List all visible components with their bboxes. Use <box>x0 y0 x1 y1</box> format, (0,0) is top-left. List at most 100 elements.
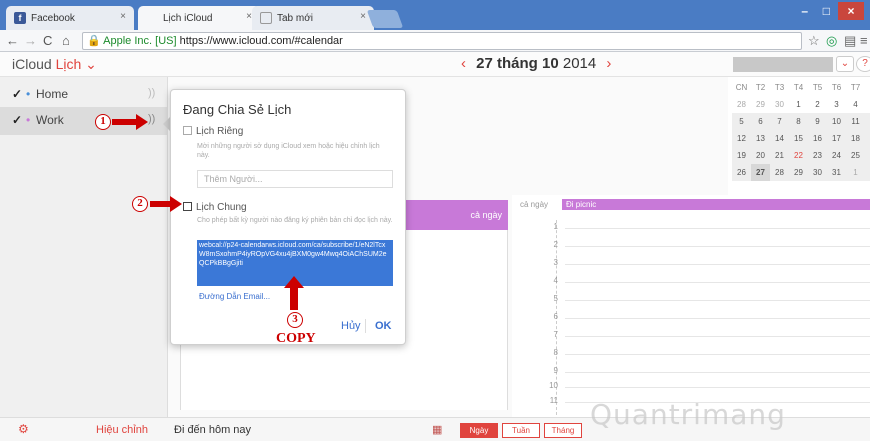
window-close-button[interactable]: × <box>838 2 864 20</box>
date-navigator: ‹ 27 tháng 10 2014 › <box>455 55 617 72</box>
day-cell[interactable]: 1 <box>846 164 865 181</box>
bookmark-star-icon[interactable]: ☆ <box>808 33 820 49</box>
popup-title: Đang Chia Sẻ Lịch <box>183 102 292 117</box>
maximize-icon[interactable]: □ <box>823 4 830 18</box>
day-cell[interactable]: 4 <box>846 96 865 113</box>
forward-icon[interactable]: → <box>24 33 37 48</box>
prev-day-icon[interactable]: ‹ <box>461 55 466 72</box>
calendar-icon[interactable]: ▦ <box>432 423 442 436</box>
private-checkbox[interactable] <box>183 126 192 135</box>
day-cell[interactable]: 11 <box>846 113 865 130</box>
copy-annotation: COPY <box>276 331 316 346</box>
back-icon[interactable]: ← <box>6 33 19 48</box>
new-tab-icon <box>260 12 272 24</box>
day-cell[interactable]: 2 <box>808 96 827 113</box>
edit-link[interactable]: Hiệu chỉnh <box>96 424 148 436</box>
brand-label: iCloud <box>12 56 52 72</box>
menu-icon[interactable]: ≡ <box>860 33 868 48</box>
grid-line <box>565 336 870 337</box>
week-row: 26 27 28 29 30 31 1 <box>732 164 870 181</box>
date-year: 2014 <box>562 55 597 72</box>
share-icon[interactable]: )) <box>148 87 155 99</box>
day-cell[interactable]: 19 <box>732 147 751 164</box>
watermark: Quantrimang <box>590 398 786 431</box>
view-month-button[interactable]: Tháng <box>544 423 582 438</box>
view-day-button[interactable]: Ngày <box>460 423 498 438</box>
day-cell[interactable]: 16 <box>808 130 827 147</box>
search-input[interactable] <box>733 57 833 72</box>
new-tab-button[interactable] <box>366 10 404 28</box>
day-cell[interactable]: 9 <box>808 113 827 130</box>
url-input[interactable]: 🔒 Apple Inc. [US] https://www.icloud.com… <box>82 32 802 50</box>
day-cell[interactable]: 8 <box>789 113 808 130</box>
go-to-today-link[interactable]: Đi đến hôm nay <box>174 424 251 436</box>
gear-icon[interactable]: ⚙ <box>18 422 29 436</box>
reload-icon[interactable]: C <box>43 33 52 48</box>
close-icon[interactable]: × <box>360 11 366 22</box>
day-cell[interactable]: 22 <box>789 147 808 164</box>
hour-line: 4 <box>520 276 870 285</box>
extension-2-icon[interactable]: ▤ <box>844 33 856 49</box>
tab-icloud-calendar[interactable]: Lịch iCloud × <box>138 6 260 30</box>
close-icon[interactable]: × <box>120 11 126 22</box>
day-cell[interactable]: 6 <box>751 113 770 130</box>
hour-label: 5 <box>553 294 558 303</box>
day-cell[interactable]: 3 <box>827 96 846 113</box>
tab-label: Lịch iCloud <box>163 12 213 24</box>
address-bar-row: ← → C ⌂ 🔒 Apple Inc. [US] https://www.ic… <box>0 30 870 52</box>
day-cell[interactable]: 28 <box>770 164 789 181</box>
day-cell[interactable]: 1 <box>789 96 808 113</box>
step-2-marker: 2 <box>132 196 148 212</box>
day-cell[interactable]: 12 <box>732 130 751 147</box>
public-checkbox[interactable] <box>183 202 192 211</box>
day-cell[interactable]: 14 <box>770 130 789 147</box>
cancel-button[interactable]: Hủy <box>341 320 361 332</box>
day-cell[interactable]: 30 <box>808 164 827 181</box>
hour-label: 10 <box>549 381 558 390</box>
step-1-arrow-icon <box>112 114 148 130</box>
day-cell[interactable]: 20 <box>751 147 770 164</box>
day-cell[interactable]: 7 <box>770 113 789 130</box>
day-cell[interactable]: 10 <box>827 113 846 130</box>
day-cell[interactable]: 29 <box>751 96 770 113</box>
day-cell[interactable]: 30 <box>770 96 789 113</box>
day-cell[interactable]: 25 <box>846 147 865 164</box>
hour-line: 1 <box>520 222 870 231</box>
public-calendar-option[interactable]: Lịch Chung <box>183 202 247 213</box>
chevron-down-icon[interactable]: ⌄ <box>836 56 854 72</box>
app-title[interactable]: iCloud Lịch ⌄ <box>12 56 97 73</box>
day-cell-selected[interactable]: 27 <box>751 164 770 181</box>
private-calendar-option[interactable]: Lịch Riêng <box>183 126 243 137</box>
day-cell[interactable]: 5 <box>732 113 751 130</box>
day-cell[interactable]: 17 <box>827 130 846 147</box>
all-day-event[interactable]: Đi picnic <box>562 199 870 210</box>
day-cell[interactable]: 15 <box>789 130 808 147</box>
extension-icon[interactable]: ◎ <box>826 33 837 49</box>
day-cell[interactable]: 18 <box>846 130 865 147</box>
help-icon[interactable]: ? <box>856 56 870 72</box>
day-cell[interactable]: 13 <box>751 130 770 147</box>
day-cell[interactable]: 24 <box>827 147 846 164</box>
hour-line: 10 <box>520 381 870 390</box>
day-cell[interactable]: 31 <box>827 164 846 181</box>
grid-line <box>565 264 870 265</box>
view-week-button[interactable]: Tuần <box>502 423 540 438</box>
hour-line: 7 <box>520 330 870 339</box>
tab-new[interactable]: Tab mới × <box>252 6 374 30</box>
facebook-icon: f <box>14 12 26 24</box>
email-link[interactable]: Đường Dẫn Email... <box>199 292 270 301</box>
home-icon[interactable]: ⌂ <box>62 33 70 48</box>
add-person-input[interactable]: Thêm Người... <box>197 170 393 188</box>
sidebar-item-home[interactable]: ✓ • Home )) <box>0 81 168 109</box>
tab-facebook[interactable]: f Facebook × <box>6 6 134 30</box>
private-description: Mời những người sở dụng iCloud xem hoặc … <box>197 143 380 159</box>
minimize-icon[interactable]: – <box>801 4 808 18</box>
day-cell[interactable]: 21 <box>770 147 789 164</box>
day-cell[interactable]: 26 <box>732 164 751 181</box>
day-cell[interactable]: 29 <box>789 164 808 181</box>
day-cell[interactable]: 28 <box>732 96 751 113</box>
next-day-icon[interactable]: › <box>606 55 611 72</box>
hour-line: 6 <box>520 312 870 321</box>
day-cell[interactable]: 23 <box>808 147 827 164</box>
ok-button[interactable]: OK <box>375 320 392 332</box>
